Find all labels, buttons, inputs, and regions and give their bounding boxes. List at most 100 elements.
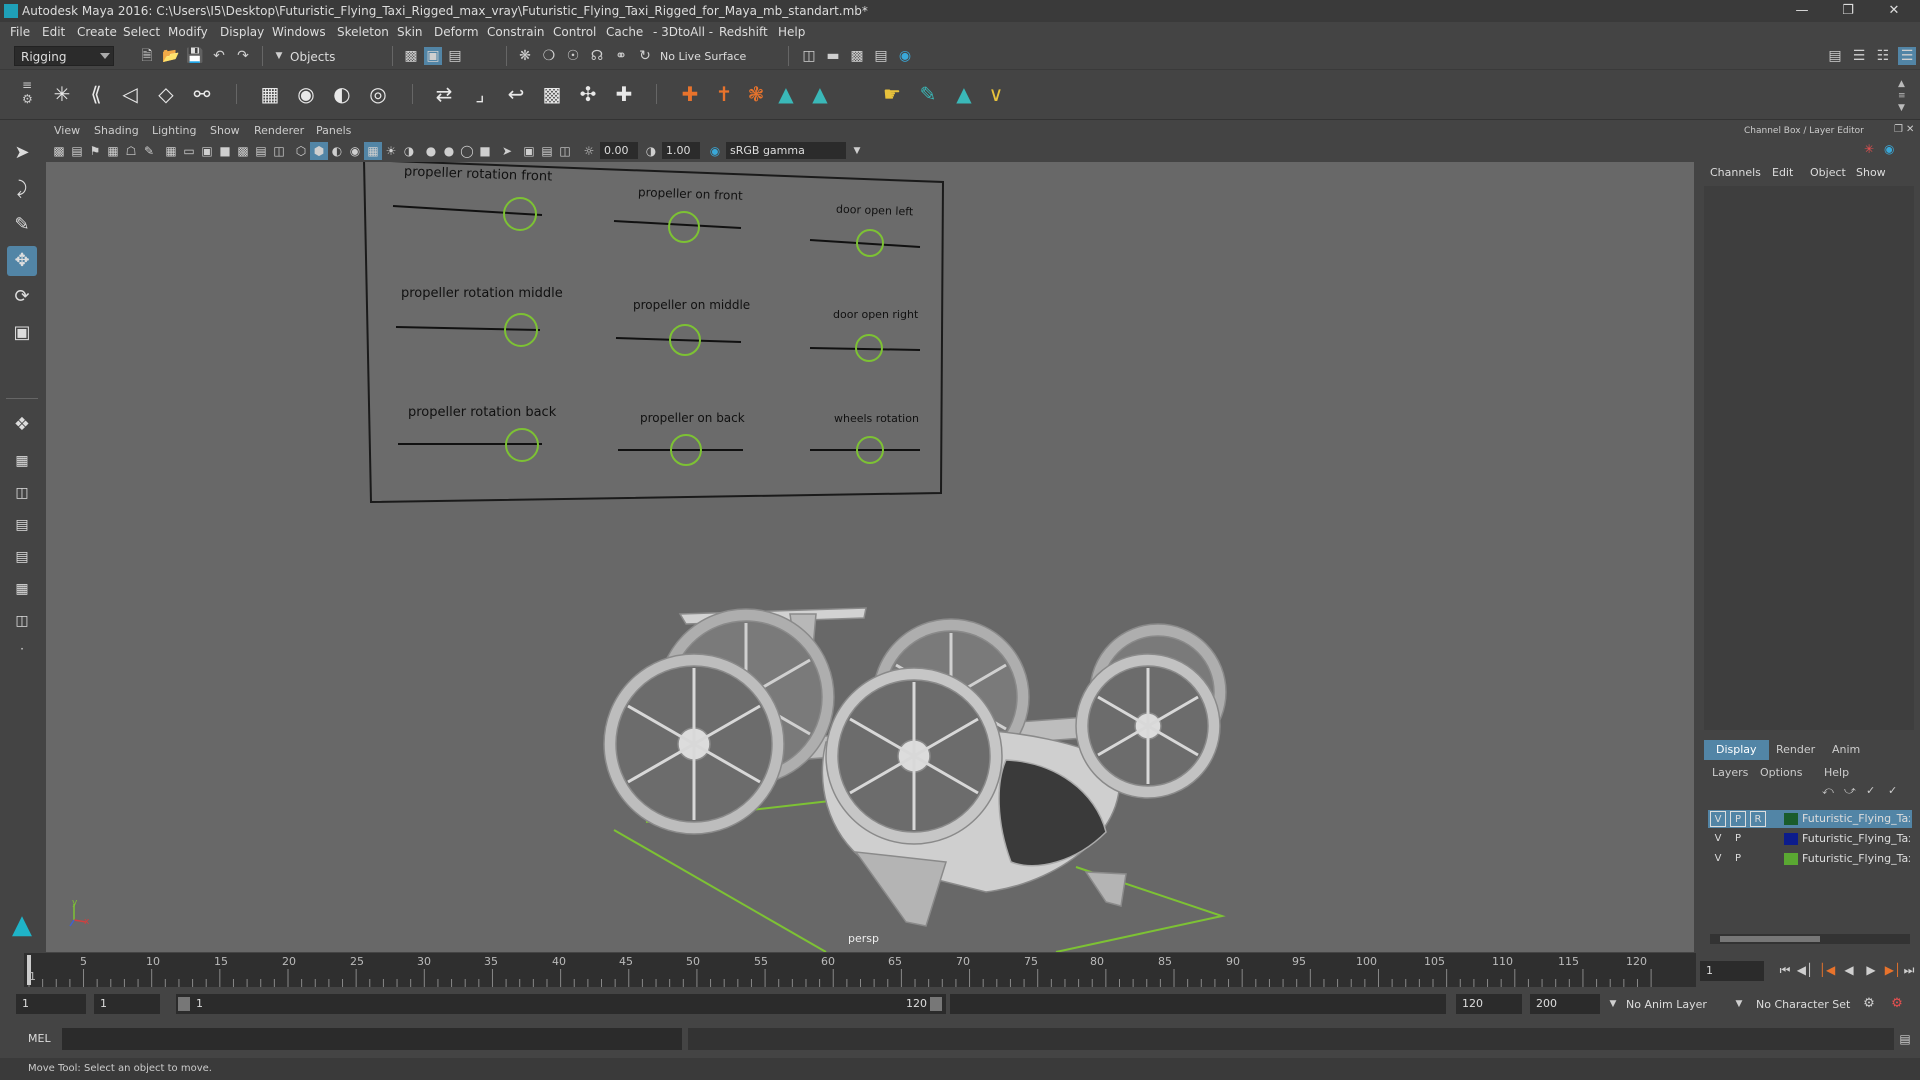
command-language-label[interactable]: MEL (28, 1032, 51, 1045)
menu-deform[interactable]: Deform (434, 25, 479, 39)
ik-handle-icon[interactable]: ⟪ (82, 80, 110, 108)
range-slider[interactable]: 1 120 (176, 994, 946, 1014)
playback-end-field[interactable]: 120 (1456, 994, 1522, 1014)
move-layer-up-icon[interactable]: ⤺ (1822, 784, 1834, 798)
move-layer-down-icon[interactable]: ⤻ (1844, 784, 1856, 798)
paint-select-tool-icon[interactable]: ✎ (7, 210, 37, 240)
menu-file[interactable]: File (10, 25, 30, 39)
aim-constraint-icon[interactable]: ✝ (710, 80, 738, 108)
paint-weights-icon[interactable]: ▩ (538, 80, 566, 108)
tab-anim[interactable]: Anim (1820, 740, 1872, 760)
new-layer-selected-icon[interactable]: ✓ (1888, 784, 1897, 797)
select-camera-icon[interactable]: ▩ (50, 142, 68, 160)
step-back-frame-icon[interactable]: │◀ (1818, 961, 1836, 979)
chevron-down-icon[interactable]: ▼ (1604, 995, 1622, 1013)
menu-display[interactable]: Display (220, 25, 264, 39)
channel-box-menu-edit[interactable]: Edit (1772, 166, 1793, 179)
xray-joints-icon[interactable]: ▣ (520, 142, 538, 160)
chevron-down-icon[interactable]: ▼ (1730, 995, 1748, 1013)
layer-reference-toggle[interactable] (1750, 831, 1766, 847)
chevron-down-icon[interactable]: ▼ (848, 142, 866, 160)
layer-playback-toggle[interactable]: P (1730, 811, 1746, 827)
layer-reference-toggle[interactable]: R (1750, 811, 1766, 827)
layers-menu-help[interactable]: Help (1824, 766, 1849, 779)
attribute-editor-icon[interactable]: ☰ (1850, 47, 1868, 65)
script-editor-icon[interactable]: ▤ (1896, 1030, 1914, 1048)
layout-persp-graph-icon[interactable]: ▤ (7, 510, 37, 540)
gate-mask-icon[interactable]: ■ (216, 142, 234, 160)
layer-color-swatch[interactable] (1784, 853, 1798, 865)
auto-key-icon[interactable]: ⚙ (1860, 995, 1878, 1013)
camera-attributes-icon[interactable]: ▤ (68, 142, 86, 160)
smooth-shade-icon[interactable]: ⬢ (310, 142, 328, 160)
tool-settings-icon[interactable]: ☷ (1874, 47, 1892, 65)
menu-set-dropdown[interactable]: Rigging (14, 46, 114, 66)
channel-box-area[interactable] (1704, 186, 1914, 730)
gamma-icon[interactable]: ◑ (642, 142, 660, 160)
layers-menu-options[interactable]: Options (1760, 766, 1802, 779)
channel-box-menu-object[interactable]: Object (1810, 166, 1846, 179)
open-scene-icon[interactable]: 📂 (162, 47, 180, 65)
scale-tool-icon[interactable]: ▣ (7, 318, 37, 348)
copy-weights-icon[interactable]: ✚ (610, 80, 638, 108)
menu-select[interactable]: Select (123, 25, 160, 39)
cluster-icon[interactable]: ▦ (256, 80, 284, 108)
render-view-icon[interactable]: ▤ (872, 47, 890, 65)
grease-pencil-icon[interactable]: ✎ (140, 142, 158, 160)
layer-name[interactable]: Futuristic_Flying_Taxi_ (1802, 832, 1910, 845)
menu-3dtoall[interactable]: - 3DtoAll - (653, 25, 713, 39)
lasso-tool-icon[interactable]: ⤸ (7, 174, 37, 204)
move-tool-icon[interactable]: ✥ (7, 246, 37, 276)
lattice-icon[interactable]: ◉ (292, 80, 320, 108)
show-manipulator-icon[interactable]: ❖ (7, 410, 37, 440)
ipr-render-icon[interactable]: ▩ (848, 47, 866, 65)
wire-deformer-icon[interactable]: ◐ (328, 80, 356, 108)
shadows-icon[interactable]: ☀ (382, 142, 400, 160)
insert-joint-icon[interactable]: ◇ (152, 80, 180, 108)
layer-reference-toggle[interactable] (1750, 851, 1766, 867)
minimize-icon[interactable]: — (1780, 0, 1824, 22)
shelf-menu-icon[interactable]: ≡ ⚙ (22, 78, 33, 108)
select-by-component-icon[interactable]: ▤ (446, 47, 464, 65)
menu-cache[interactable]: Cache (606, 25, 643, 39)
panel-menu-panels[interactable]: Panels (316, 124, 351, 137)
panel-menu-renderer[interactable]: Renderer (254, 124, 304, 137)
ik-spline-icon[interactable]: ◁ (116, 80, 144, 108)
layer-playback-toggle[interactable]: P (1730, 851, 1746, 867)
layer-name[interactable]: Futuristic_Flying_Taxi_ (1802, 852, 1910, 865)
render-settings-icon[interactable]: ◫ (800, 47, 818, 65)
float-panel-icon[interactable]: ❐ (1894, 124, 1903, 135)
exposure-field[interactable]: 0.00 (600, 142, 638, 159)
wireframe-on-shaded-icon[interactable]: ◐ (328, 142, 346, 160)
safe-title-icon[interactable]: ◫ (270, 142, 288, 160)
close-panel-icon[interactable]: ✕ (1906, 124, 1914, 135)
character-set-label[interactable]: No Character Set (1756, 998, 1850, 1011)
layer-row[interactable]: V P Futuristic_Flying_Taxi_ (1708, 830, 1912, 848)
panel-menu-view[interactable]: View (54, 124, 80, 137)
time-slider[interactable]: 1 5 10 15 20 25 30 35 40 45 50 55 60 65 … (24, 953, 1696, 987)
channel-box-toggle-icon[interactable]: ☰ (1898, 47, 1916, 65)
paint-skin-icon[interactable]: ✎ (914, 80, 942, 108)
shelf-scroll-icon[interactable]: ▲ ≡ ▼ (1898, 78, 1906, 114)
select-by-object-icon[interactable]: ▣ (424, 47, 442, 65)
xray-icon[interactable]: ➤ (498, 142, 516, 160)
menu-control[interactable]: Control (553, 25, 596, 39)
bookmark-icon[interactable]: ⚑ (86, 142, 104, 160)
humanik-icon[interactable]: ⚯ (188, 80, 216, 108)
blend-shape-icon[interactable]: ☛ (878, 80, 906, 108)
maya-logo-shelf-icon[interactable]: ▲ (950, 80, 978, 108)
save-scene-icon[interactable]: 💾 (186, 47, 204, 65)
layer-scrollbar-thumb[interactable] (1720, 936, 1820, 942)
sculpt-deformer-icon[interactable]: ◎ (364, 80, 392, 108)
isolate-select-icon[interactable]: ■ (476, 142, 494, 160)
snap-live-icon[interactable]: ⚭ (612, 47, 630, 65)
go-to-end-icon[interactable]: ⏭ (1900, 961, 1918, 979)
maximize-icon[interactable]: ❐ (1826, 0, 1870, 22)
panel-menu-shading[interactable]: Shading (94, 124, 139, 137)
grid-toggle-icon[interactable]: ▦ (162, 142, 180, 160)
panel-menu-lighting[interactable]: Lighting (152, 124, 196, 137)
menu-skeleton[interactable]: Skeleton (337, 25, 389, 39)
rotate-tool-icon[interactable]: ⟳ (7, 282, 37, 312)
select-by-hierarchy-icon[interactable]: ▩ (402, 47, 420, 65)
xray-active-icon[interactable]: ▤ (538, 142, 556, 160)
